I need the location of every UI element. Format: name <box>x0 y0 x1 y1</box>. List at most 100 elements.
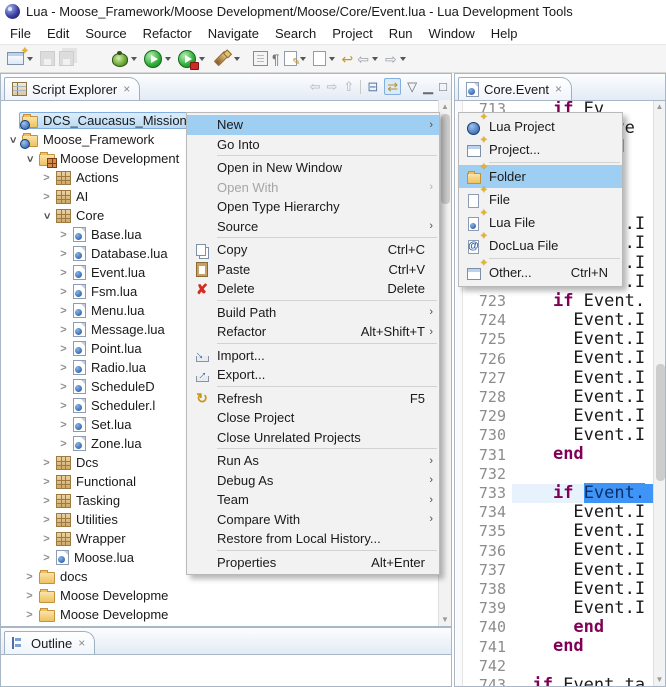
menubar-item-source[interactable]: Source <box>77 24 134 43</box>
code-line[interactable]: Event.I <box>512 426 653 445</box>
menubar-item-refactor[interactable]: Refactor <box>135 24 200 43</box>
new-submenu-item-doclua-file[interactable]: @✦DocLua File <box>459 234 622 257</box>
view-menu-icon[interactable]: ▽ <box>407 80 417 93</box>
editor-scrollbar[interactable]: ▲ ▼ <box>653 100 665 686</box>
context-menu-item-delete[interactable]: ✘DeleteDelete <box>187 279 439 299</box>
chevron-closed-icon[interactable]: > <box>57 286 70 298</box>
code-line[interactable]: Event.I <box>512 522 653 541</box>
scroll-down-icon[interactable]: ▼ <box>439 613 451 626</box>
chevron-open-icon[interactable]: > <box>41 209 53 222</box>
code-line[interactable]: Event.I <box>512 369 653 388</box>
context-menu-item-import[interactable]: →Import... <box>187 346 439 366</box>
menubar-item-project[interactable]: Project <box>324 24 380 43</box>
code-line[interactable]: if Event. <box>512 484 653 503</box>
tree-item-body[interactable]: Dcs <box>53 455 101 470</box>
minimize-icon[interactable]: ▁ <box>423 80 433 93</box>
tab-script-explorer[interactable]: Script Explorer × <box>4 77 140 100</box>
chevron-closed-icon[interactable]: > <box>57 343 70 355</box>
code-line[interactable]: Event.I <box>512 561 653 580</box>
tree-item-body[interactable]: Point.lua <box>70 341 145 356</box>
chevron-closed-icon[interactable]: > <box>57 267 70 279</box>
tree-item-body[interactable]: Menu.lua <box>70 303 147 318</box>
tree-item-body[interactable]: Scheduler.l <box>70 398 158 413</box>
debug-button[interactable] <box>110 48 142 70</box>
tree-item-body[interactable]: Actions <box>53 170 122 185</box>
chevron-closed-icon[interactable]: > <box>40 495 53 507</box>
tree-item-moose-logo[interactable]: >Moose Logo <box>2 624 437 626</box>
tree-item-moose-developme[interactable]: >Moose Developme <box>2 586 437 605</box>
forward-history-button[interactable]: ⇨ <box>383 48 411 70</box>
new-submenu-item-other[interactable]: ✦Other...Ctrl+N <box>459 261 622 284</box>
tab-core-event[interactable]: Core.Event × <box>458 77 572 100</box>
context-menu-item-open-type-hierarchy[interactable]: Open Type Hierarchy <box>187 197 439 217</box>
code-line[interactable] <box>512 465 653 484</box>
dropdown-caret-icon[interactable] <box>329 57 335 61</box>
scroll-up-icon[interactable]: ▲ <box>654 100 665 113</box>
chevron-closed-icon[interactable]: > <box>23 571 36 583</box>
context-menu-item-team[interactable]: Team› <box>187 490 439 510</box>
tree-item-body[interactable]: Event.lua <box>70 265 148 280</box>
code-line[interactable]: Event.I <box>512 407 653 426</box>
context-menu-item-close-unrelated-projects[interactable]: Close Unrelated Projects <box>187 428 439 448</box>
tree-item-body[interactable]: Functional <box>53 474 139 489</box>
chevron-open-icon[interactable]: > <box>24 152 36 165</box>
dropdown-caret-icon[interactable] <box>165 57 171 61</box>
tree-item-body[interactable]: Moose Developme <box>36 607 171 622</box>
menubar-item-edit[interactable]: Edit <box>39 24 77 43</box>
new-submenu-item-project[interactable]: ✦Project... <box>459 138 622 161</box>
tree-item-body[interactable]: DCS_Caucasus_Missions <box>19 112 196 129</box>
chevron-closed-icon[interactable]: > <box>57 305 70 317</box>
previous-edit-location-button[interactable] <box>311 48 340 70</box>
back-history-button[interactable]: ⇦ <box>355 48 383 70</box>
context-menu-item-close-project[interactable]: Close Project <box>187 408 439 428</box>
code-line[interactable]: Event.I <box>512 541 653 560</box>
menubar-item-window[interactable]: Window <box>421 24 483 43</box>
context-menu-item-copy[interactable]: CopyCtrl+C <box>187 240 439 260</box>
external-tools-button[interactable] <box>210 48 245 70</box>
code-line[interactable]: Event.I <box>512 503 653 522</box>
context-menu-item-go-into[interactable]: Go Into <box>187 135 439 155</box>
chevron-closed-icon[interactable]: > <box>57 400 70 412</box>
collapse-all-icon[interactable]: ⊟ <box>367 80 378 93</box>
chevron-closed-icon[interactable]: > <box>57 381 70 393</box>
run-button[interactable] <box>142 48 176 70</box>
code-line[interactable]: Event.I <box>512 388 653 407</box>
code-line[interactable]: end <box>512 445 653 464</box>
maximize-icon[interactable]: □ <box>439 80 447 93</box>
tree-item-body[interactable]: Moose Development <box>36 151 182 166</box>
chevron-closed-icon[interactable]: > <box>40 514 53 526</box>
chevron-closed-icon[interactable]: > <box>40 457 53 469</box>
tree-item-body[interactable]: Tasking <box>53 493 123 508</box>
tree-item-body[interactable]: Moose_Framework <box>19 132 157 147</box>
chevron-closed-icon[interactable]: > <box>57 362 70 374</box>
context-menu-item-restore-from-local-history[interactable]: Restore from Local History... <box>187 529 439 549</box>
chevron-closed-icon[interactable]: > <box>23 609 36 621</box>
chevron-closed-icon[interactable]: > <box>23 590 36 602</box>
dropdown-caret-icon[interactable] <box>400 57 406 61</box>
code-line[interactable] <box>512 656 653 675</box>
chevron-closed-icon[interactable]: > <box>40 552 53 564</box>
last-edit-location-button[interactable]: ↩ <box>340 48 356 70</box>
code-line[interactable]: end <box>512 637 653 656</box>
tree-item-body[interactable]: Moose.lua <box>53 550 137 565</box>
code-line[interactable]: Event.I <box>512 330 653 349</box>
scrollbar-thumb[interactable] <box>656 364 665 481</box>
tree-item-body[interactable]: Fsm.lua <box>70 284 140 299</box>
menubar-item-run[interactable]: Run <box>381 24 421 43</box>
context-menu-item-build-path[interactable]: Build Path› <box>187 303 439 323</box>
context-menu-item-compare-with[interactable]: Compare With› <box>187 510 439 530</box>
tree-item-body[interactable]: docs <box>36 569 90 584</box>
code-line[interactable]: if Event.ta <box>512 676 653 686</box>
tab-outline[interactable]: Outline × <box>4 631 95 654</box>
context-menu-item-new[interactable]: New› <box>187 115 439 135</box>
chevron-closed-icon[interactable]: > <box>40 172 53 184</box>
menubar-item-navigate[interactable]: Navigate <box>200 24 267 43</box>
show-whitespace-button[interactable]: ¶ <box>270 48 282 70</box>
run-profile-button[interactable] <box>176 48 210 70</box>
context-menu-item-refactor[interactable]: RefactorAlt+Shift+T› <box>187 322 439 342</box>
chevron-open-icon[interactable]: > <box>7 133 19 146</box>
code-line[interactable]: if Event. <box>512 292 653 311</box>
scroll-down-icon[interactable]: ▼ <box>654 673 665 686</box>
dropdown-caret-icon[interactable] <box>234 57 240 61</box>
tree-item-body[interactable]: Utilities <box>53 512 121 527</box>
